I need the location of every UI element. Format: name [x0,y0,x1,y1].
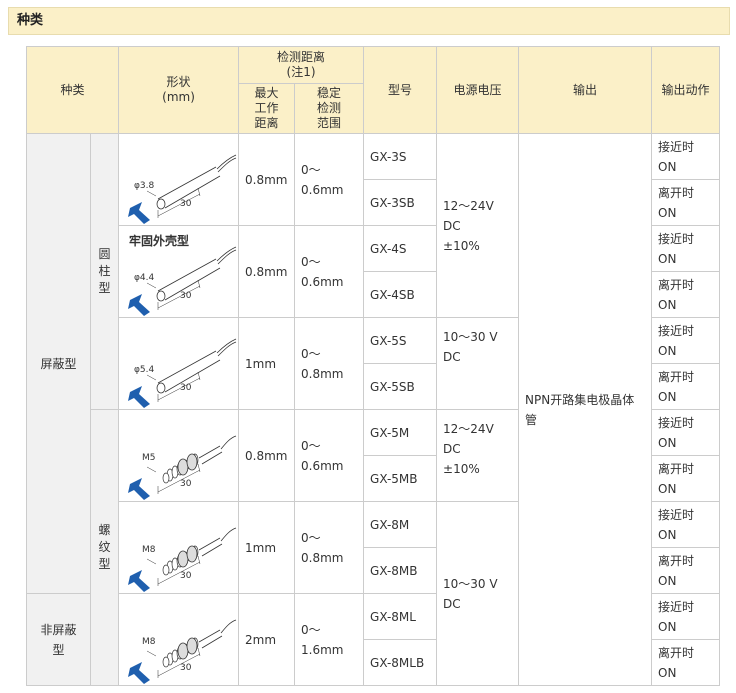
model-number: GX-8MB [363,547,438,594]
sensor-drawing: φ3.8 30 [127,154,236,224]
output-action: 接近时 ON [651,133,721,180]
header-stable-range: 稳定 检测 范围 [294,83,365,134]
detection-arrow-icon [127,201,150,224]
output-action: 离开时 ON [651,455,721,502]
header-kind: 种类 [25,46,120,134]
stable-range: 0～ 0.8mm [294,317,365,410]
output-action: 接近时 ON [651,593,721,640]
detection-arrow-icon [127,293,150,316]
sensor-drawing: M8 30 [127,619,236,684]
length-label: 30 [180,479,192,489]
section-title: 种类 [8,7,730,35]
diameter-label: M8 [142,545,156,555]
max-distance: 0.8mm [238,409,296,502]
model-number: GX-5M [363,409,438,456]
sensor-drawing: φ5.4 30 [127,338,236,408]
output-action: 离开时 ON [651,639,721,686]
header-model: 型号 [363,46,438,134]
shape-cell: φ3.8 30 [118,133,240,226]
header-output-action: 输出动作 [651,46,721,134]
stable-range: 0～ 0.6mm [294,225,365,318]
header-shape: 形状 (mm) [118,46,240,134]
output-action: 接近时 ON [651,409,721,456]
stable-range: 0～ 1.6mm [294,593,365,686]
spec-table: 种类 形状 (mm) 检测距离 (注1) 型号 电源电压 输出 输出动作 最大 工作距… [25,46,721,686]
detection-arrow-icon [127,385,150,408]
diameter-label: φ4.4 [134,273,155,283]
model-number: GX-3SB [363,179,438,226]
shape-cell: 牢固外壳型 φ4.4 30 [118,225,240,318]
output-action: 离开时 ON [651,179,721,226]
voltage: 10～30 V DC [436,317,520,410]
shape-cell: M5 30 [118,409,240,502]
diameter-label: φ5.4 [134,365,155,375]
table-row: 屏蔽型圆柱型 φ3.8 30 0.8mm 0～ 0.6mm GX-3S 12～24V DC… [26,133,721,686]
length-label: 30 [180,663,192,673]
header-max-distance: 最大 工作 距离 [238,83,296,134]
model-number: GX-4SB [363,271,438,318]
voltage: 12～24V DC ±10% [436,409,520,502]
diameter-label: M5 [142,453,156,463]
model-number: GX-8MLB [363,639,438,686]
output-action: 离开时 ON [651,547,721,594]
length-label: 30 [180,383,192,393]
output-action: 接近时 ON [651,501,721,548]
sensor-drawing: M8 30 [127,527,236,592]
header-detect-range: 检测距离 (注1) [238,46,365,84]
max-distance: 1mm [238,317,296,410]
model-number: GX-3S [363,133,438,180]
voltage: 12～24V DC ±10% [436,133,520,318]
max-distance: 0.8mm [238,225,296,318]
model-number: GX-4S [363,225,438,272]
detection-arrow-icon [127,477,150,500]
subtype-threaded: 螺纹型 [89,409,120,686]
diameter-label: M8 [142,637,156,647]
output-action: 离开时 ON [651,363,721,410]
detection-arrow-icon [127,661,150,684]
shape-label: 牢固外壳型 [129,234,190,248]
model-number: GX-8ML [363,593,438,640]
shape-cell: M8 30 [118,501,240,594]
output-type: NPN开路集电极晶体管 [518,133,653,686]
output-action: 接近时 ON [651,317,721,364]
stable-range: 0～ 0.6mm [294,409,365,502]
header-voltage: 电源电压 [436,46,520,134]
header-output: 输出 [518,46,653,134]
max-distance: 1mm [238,501,296,594]
model-number: GX-5MB [363,455,438,502]
output-action: 离开时 ON [651,271,721,318]
sensor-drawing: M5 30 [127,435,236,500]
stable-range: 0～ 0.6mm [294,133,365,226]
model-number: GX-5SB [363,363,438,410]
output-action: 接近时 ON [651,225,721,272]
subtype-cylindrical: 圆柱型 [89,133,120,410]
max-distance: 0.8mm [238,133,296,226]
voltage: 10～30 V DC [436,501,520,686]
length-label: 30 [180,291,192,301]
model-number: GX-5S [363,317,438,364]
category-shielded: 屏蔽型 [26,133,91,594]
detection-arrow-icon [127,569,150,592]
shape-cell: M8 30 [118,593,240,686]
shape-cell: φ5.4 30 [118,317,240,410]
diameter-label: φ3.8 [134,181,155,191]
length-label: 30 [180,571,192,581]
model-number: GX-8M [363,501,438,548]
length-label: 30 [180,199,192,209]
category-non-shielded: 非屏蔽型 [26,593,91,686]
stable-range: 0～ 0.8mm [294,501,365,594]
max-distance: 2mm [238,593,296,686]
